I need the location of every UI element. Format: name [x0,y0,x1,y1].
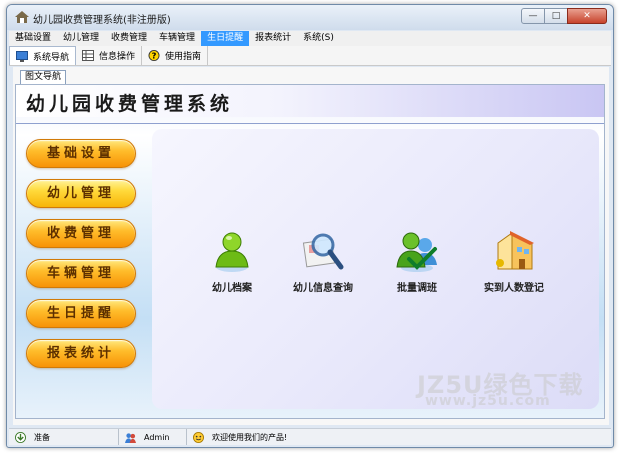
status-ready-text: 准备 [34,432,50,442]
tab-strip: 图文导航 [20,70,67,84]
menu-vehicle-management[interactable]: 车辆管理 [153,31,201,46]
window-title: 幼儿园收费管理系统(非注册版) [33,15,171,26]
feature-child-query-label: 幼儿信息查询 [293,283,353,294]
header-divider [16,123,604,124]
nav-vehicle-management-button[interactable]: 车辆管理 [26,259,136,288]
menu-reports[interactable]: 报表统计 [249,31,297,46]
feature-batch-transfer-label: 批量调班 [397,283,437,294]
tab-graphic-nav[interactable]: 图文导航 [20,70,67,84]
toolbar-info-ops[interactable]: 信息操作 [76,46,143,65]
users-icon [125,432,136,443]
toolbar-info-ops-label: 信息操作 [99,52,136,62]
maximize-button[interactable]: □ [544,8,568,24]
close-button[interactable]: ✕ [567,8,607,24]
app-house-icon [15,11,29,23]
toolbar: 系统导航 信息操作 ? 使用指南 [9,46,611,66]
status-user-text: Admin [144,432,170,442]
smile-icon [193,431,204,443]
users-check-icon [396,232,437,272]
nav-fee-management-button[interactable]: 收费管理 [26,219,136,248]
status-user: Admin [119,429,187,445]
feature-batch-transfer[interactable]: 批量调班 [377,229,457,294]
search-icon [302,233,344,270]
app-window: 幼儿园收费管理系统(非注册版) — □ ✕ 基础设置 幼儿管理 收费管理 车辆管… [6,4,614,448]
nav-birthday-reminder-button[interactable]: 生日提醒 [26,299,136,328]
download-icon [15,431,26,443]
header-band: 幼儿园收费管理系统 [16,85,604,117]
toolbar-system-nav-label: 系统导航 [33,52,70,63]
grid-icon [82,50,95,61]
title-bar[interactable]: 幼儿园收费管理系统(非注册版) — □ ✕ [7,5,613,30]
toolbar-user-guide[interactable]: ? 使用指南 [142,46,209,65]
nav-child-management-button[interactable]: 幼儿管理 [26,179,136,208]
status-bar: 准备 Admin 欢迎使用我们的产品! [9,428,611,445]
menu-child-management[interactable]: 幼儿管理 [57,31,105,46]
menu-system[interactable]: 系统(S) [297,31,340,46]
minimize-button[interactable]: — [521,8,545,24]
menu-fee-management[interactable]: 收费管理 [105,31,153,46]
nav-basic-settings-button[interactable]: 基础设置 [26,139,136,168]
feature-child-query[interactable]: 幼儿信息查询 [283,229,363,294]
svg-text:?: ? [152,51,157,61]
help-icon: ? [148,50,160,61]
school-building-icon [496,231,534,270]
feature-attendance-register-label: 实到人数登记 [484,283,544,294]
nav-reports-button[interactable]: 报表统计 [26,339,136,368]
status-ready: 准备 [9,429,119,445]
user-icon [215,232,249,272]
page-title: 幼儿园收费管理系统 [26,93,234,115]
status-welcome-text: 欢迎使用我们的产品! [212,432,288,442]
feature-attendance-register[interactable]: 实到人数登记 [474,229,554,294]
monitor-icon [16,50,28,62]
status-welcome: 欢迎使用我们的产品! [187,429,607,445]
menu-birthday-reminder[interactable]: 生日提醒 [201,31,250,46]
watermark-url: www.jz5u.com [425,393,551,409]
toolbar-system-nav[interactable]: 系统导航 [9,46,77,65]
menu-bar: 基础设置 幼儿管理 收费管理 车辆管理 生日提醒 报表统计 系统(S) [9,31,611,46]
menu-basic-settings[interactable]: 基础设置 [9,31,57,46]
feature-child-records[interactable]: 幼儿档案 [192,229,272,294]
toolbar-user-guide-label: 使用指南 [165,52,202,62]
feature-child-records-label: 幼儿档案 [212,283,252,294]
